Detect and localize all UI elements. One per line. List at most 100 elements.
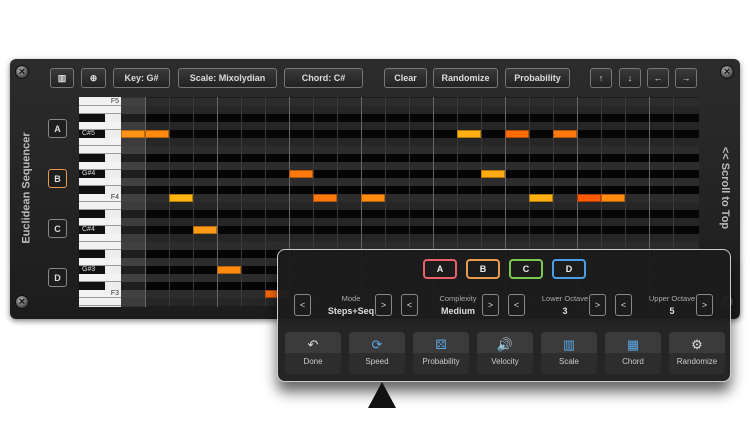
grid-row (121, 202, 699, 210)
randomize-label: Randomize (676, 357, 718, 366)
lower-octave-prev-button[interactable]: < (508, 294, 525, 316)
probability-button[interactable]: Probability (505, 68, 570, 88)
grid-row (121, 114, 699, 122)
clear-button[interactable]: Clear (384, 68, 427, 88)
note[interactable] (145, 130, 169, 138)
randomize-icon: ⚙ (691, 337, 703, 352)
complexity-prev-button[interactable]: < (401, 294, 418, 316)
randomize-action-button[interactable]: ⚙ Randomize (669, 332, 725, 374)
done-icon: ↶ (307, 337, 319, 352)
white-key[interactable] (79, 218, 121, 226)
probability-action-button[interactable]: ⚄ Probability (413, 332, 469, 374)
black-key[interactable] (79, 250, 105, 258)
scroll-to-top-button[interactable]: << Scroll to Top (719, 147, 731, 229)
move-left-button[interactable]: ← (647, 68, 669, 88)
lower-octave-next-button[interactable]: > (589, 294, 606, 316)
grid-row (121, 130, 699, 138)
white-key[interactable] (79, 162, 121, 170)
note[interactable] (457, 130, 481, 138)
black-key[interactable]: C#4 (79, 226, 105, 234)
complexity-next-button[interactable]: > (482, 294, 499, 316)
scale-button[interactable]: Scale: Mixolydian (178, 68, 277, 88)
white-key[interactable] (79, 106, 121, 114)
white-key[interactable] (79, 202, 121, 210)
white-key[interactable] (79, 274, 121, 282)
note[interactable] (577, 194, 601, 202)
note[interactable] (361, 194, 385, 202)
white-key[interactable] (79, 298, 121, 306)
velocity-label: Velocity (491, 357, 519, 366)
mode-prev-button[interactable]: < (294, 294, 311, 316)
overlay-pattern-b-button[interactable]: B (466, 259, 500, 279)
overlay-pattern-a-button[interactable]: A (423, 259, 457, 279)
scale-label: Scale (558, 357, 579, 366)
pattern-d-button[interactable]: D (48, 268, 67, 287)
black-key[interactable] (79, 282, 105, 290)
grid-row (121, 234, 699, 242)
scale-icon: ▥ (562, 337, 576, 352)
white-key[interactable] (79, 234, 121, 242)
note[interactable] (289, 170, 313, 178)
overlay-pattern-c-button[interactable]: C (509, 259, 543, 279)
upper-octave-next-button[interactable]: > (696, 294, 713, 316)
black-key[interactable] (79, 114, 105, 122)
chord-icon: ▦ (626, 337, 640, 352)
velocity-action-button[interactable]: 🔊 Velocity (477, 332, 533, 374)
note[interactable] (217, 266, 241, 274)
step-divider (265, 97, 266, 307)
pattern-a-button[interactable]: A (48, 119, 67, 138)
piano-icon: ▥ (57, 72, 67, 83)
white-key[interactable] (79, 122, 121, 130)
pattern-c-button[interactable]: C (48, 219, 67, 238)
note[interactable] (601, 194, 625, 202)
chord-button[interactable]: Chord: C# (284, 68, 363, 88)
grid-row (121, 210, 699, 218)
black-key[interactable] (79, 154, 105, 162)
chord-action-button[interactable]: ▦ Chord (605, 332, 661, 374)
note[interactable] (505, 130, 529, 138)
grid-row (121, 186, 699, 194)
grid-row (121, 122, 699, 130)
screw-icon: × (720, 65, 734, 79)
speed-action-button[interactable]: ⟳ Speed (349, 332, 405, 374)
black-key[interactable] (79, 210, 105, 218)
keyboard-button[interactable]: ▥ (50, 68, 74, 88)
black-key[interactable]: C#5 (79, 130, 105, 138)
crosshair-icon: ⊕ (89, 72, 98, 83)
overlay-pattern-d-button[interactable]: D (552, 259, 586, 279)
pattern-b-button[interactable]: B (48, 169, 67, 188)
upper-octave-prev-button[interactable]: < (615, 294, 632, 316)
white-key[interactable] (79, 258, 121, 266)
target-button[interactable]: ⊕ (81, 68, 106, 88)
white-key[interactable] (79, 138, 121, 146)
scale-action-button[interactable]: ▥ Scale (541, 332, 597, 374)
note[interactable] (313, 194, 337, 202)
note[interactable] (193, 226, 217, 234)
black-key[interactable] (79, 186, 105, 194)
note[interactable] (169, 194, 193, 202)
key-button[interactable]: Key: G# (113, 68, 170, 88)
white-key[interactable] (79, 146, 121, 154)
move-right-button[interactable]: → (675, 68, 697, 88)
done-action-button[interactable]: ↶ Done (285, 332, 341, 374)
screw-icon: × (15, 295, 29, 309)
black-key[interactable]: G#3 (79, 266, 105, 274)
move-down-button[interactable]: ↓ (619, 68, 641, 88)
mode-next-button[interactable]: > (375, 294, 392, 316)
step-divider (169, 97, 170, 307)
note[interactable] (121, 130, 145, 138)
black-key[interactable]: G#4 (79, 170, 105, 178)
note[interactable] (529, 194, 553, 202)
move-up-button[interactable]: ↑ (590, 68, 612, 88)
randomize-button[interactable]: Randomize (433, 68, 498, 88)
probability-icon: ⚄ (435, 337, 447, 352)
popover-pointer (368, 382, 396, 408)
piano-keyboard[interactable]: F5 F4 F3 C#5 G#4 C#4 G#3 (79, 97, 121, 307)
grid-row (121, 106, 699, 114)
speed-label: Speed (365, 357, 389, 366)
probability-label: Probability (422, 357, 460, 366)
white-key[interactable] (79, 178, 121, 186)
note[interactable] (553, 130, 577, 138)
note[interactable] (481, 170, 505, 178)
white-key[interactable] (79, 242, 121, 250)
